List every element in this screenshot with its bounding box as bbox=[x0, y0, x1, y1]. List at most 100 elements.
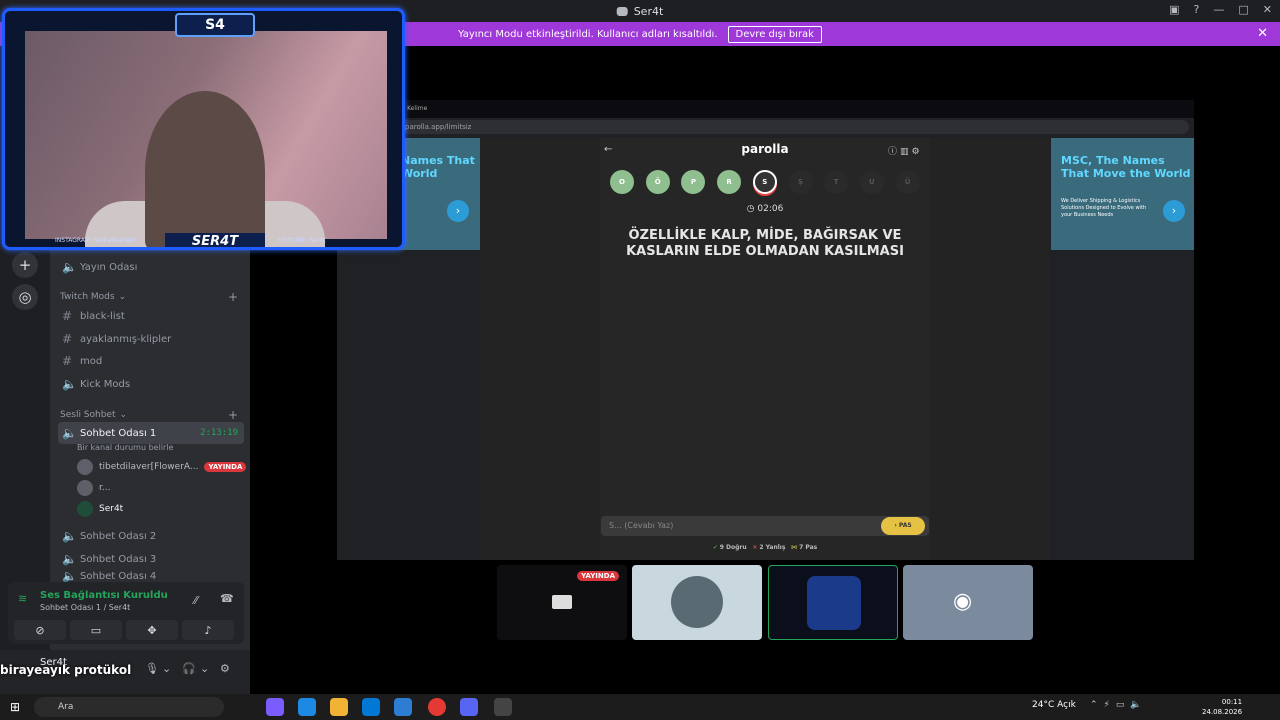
parolla-game: ← parolla ⓘ▥⚙ OÖPRSŞTUÜ ◷ 02:06 ÖZELLİKL… bbox=[480, 138, 1050, 560]
live-badge: YAYINDA bbox=[577, 571, 619, 581]
edge-icon[interactable] bbox=[298, 698, 316, 716]
ad-text: We Deliver Shipping & Logistics Solution… bbox=[1061, 198, 1147, 218]
skip-icon: ⋈ bbox=[791, 544, 798, 551]
channel-ayaklanmis-klipler[interactable]: # ayaklanmış-klipler bbox=[58, 328, 244, 350]
screen-share-button[interactable]: ▭ bbox=[70, 620, 122, 640]
participant-tile-discord[interactable]: ◉ bbox=[903, 565, 1033, 640]
game-menu-icons[interactable]: ⓘ▥⚙ bbox=[888, 144, 923, 157]
voice-status[interactable]: Ses Bağlantısı Kuruldu bbox=[40, 590, 168, 601]
channel-label: Sohbet Odası 1 bbox=[80, 427, 157, 439]
check-icon: ✓ bbox=[712, 544, 718, 551]
channel-label: Sohbet Odası 2 bbox=[80, 530, 157, 542]
channel-sohbet-odasi-4[interactable]: 🔈 Sohbet Odası 4 bbox=[58, 570, 244, 582]
minimize-button[interactable]: — bbox=[1213, 3, 1224, 16]
channel-sohbet-odasi-2[interactable]: 🔈 Sohbet Odası 2 bbox=[58, 525, 244, 547]
chevron-down-icon[interactable]: ⌄ bbox=[200, 662, 209, 675]
copilot-icon[interactable] bbox=[266, 698, 284, 716]
participant-tile-stream[interactable]: YAYINDA bbox=[497, 565, 627, 640]
store-icon[interactable] bbox=[394, 698, 412, 716]
channel-sohbet-odasi-3[interactable]: 🔈 Sohbet Odası 3 bbox=[58, 548, 244, 570]
help-icon[interactable]: ? bbox=[1194, 3, 1200, 16]
discord-icon: ◉ bbox=[953, 589, 973, 614]
channel-mod[interactable]: # mod bbox=[58, 350, 244, 372]
cross-icon: ✕ bbox=[752, 544, 758, 551]
add-server-icon[interactable]: + bbox=[12, 252, 38, 278]
stream-logo-text: SER4T bbox=[165, 233, 265, 247]
channel-black-list[interactable]: # black-list bbox=[58, 305, 244, 327]
wrong-count: 2 Yanlış bbox=[759, 544, 786, 551]
camera-button[interactable]: ⊘ bbox=[14, 620, 66, 640]
participant-tile-user[interactable] bbox=[632, 565, 762, 640]
voice-channel-path: Sohbet Odası 1 / Ser4t bbox=[40, 603, 131, 612]
voice-user[interactable]: tibetdilaver[FlowerA... YAYINDA bbox=[77, 459, 247, 475]
discord-icon[interactable] bbox=[460, 698, 478, 716]
clock-time: 00:11 bbox=[1221, 698, 1243, 706]
soundboard-button[interactable]: ♪ bbox=[182, 620, 234, 640]
category-twitch-mods[interactable]: Twitch Mods ⌄ + bbox=[60, 290, 240, 304]
channel-label: Kick Mods bbox=[80, 378, 131, 390]
weather-temp: 24°C bbox=[1032, 700, 1055, 710]
activities-button[interactable]: ✥ bbox=[126, 620, 178, 640]
voice-connection-panel: ≋ Ses Bağlantısı Kuruldu Sohbet Odası 1 … bbox=[8, 582, 244, 644]
user-panel: Ser4t birayeayık protükol 🎙 ⌄ 🎧 ⌄ ⚙ bbox=[0, 650, 250, 694]
stream-logo: S4 bbox=[175, 13, 255, 37]
channel-label: Sohbet Odası 3 bbox=[80, 553, 157, 565]
category-sesli-sohbet[interactable]: Sesli Sohbet ⌄ + bbox=[60, 408, 240, 422]
instagram-handle: INSTAGRAM: SerhatKartal0 bbox=[55, 237, 136, 244]
letter-bubble: Ü bbox=[895, 170, 920, 194]
ad-right[interactable]: MSC, The Names That Move the World We De… bbox=[1051, 138, 1194, 250]
microphone-icon[interactable]: 🎙 bbox=[145, 662, 159, 675]
category-label: Sesli Sohbet bbox=[60, 410, 116, 420]
windows-start-icon[interactable]: ⊞ bbox=[10, 700, 20, 714]
chevron-down-icon: ⌄ bbox=[119, 410, 128, 420]
voice-user[interactable]: Ser4t bbox=[77, 501, 123, 517]
game-panel bbox=[600, 138, 930, 560]
channel-label: Sohbet Odası 4 bbox=[80, 570, 157, 582]
weather-widget[interactable]: 24°C Açık bbox=[1032, 700, 1076, 710]
ad-title: Names That World bbox=[401, 154, 475, 180]
answer-input[interactable]: S... (Cevabı Yaz) bbox=[601, 516, 929, 536]
chevron-down-icon[interactable]: ⌄ bbox=[162, 662, 171, 675]
question-text: ÖZELLİKLE KALP, MİDE, BAĞIRSAK VE KASLAR… bbox=[540, 228, 990, 260]
chrome-icon[interactable] bbox=[428, 698, 446, 716]
browser-url-bar[interactable]: parolla.app/limitsiz bbox=[399, 120, 1189, 134]
pas-button[interactable]: › PAS bbox=[881, 517, 925, 535]
system-tray[interactable]: ⌃⚡▭🔈 bbox=[1090, 700, 1148, 710]
taskbar-search[interactable]: Ara bbox=[34, 697, 224, 717]
game-brand: parolla bbox=[741, 142, 789, 156]
channel-sohbet-odasi-1[interactable]: 🔈 Sohbet Odası 1 2:13:19 bbox=[58, 422, 244, 444]
channel-status[interactable]: Bir kanal durumu belirle bbox=[77, 443, 173, 452]
mail-icon[interactable] bbox=[362, 698, 380, 716]
taskbar-clock[interactable]: 00:11 24.08.2026 bbox=[1202, 697, 1242, 717]
maximize-button[interactable]: □ bbox=[1238, 3, 1248, 16]
add-channel-icon[interactable]: + bbox=[228, 408, 238, 422]
browser-tab-title[interactable]: - Kelime bbox=[403, 105, 427, 112]
explorer-icon[interactable] bbox=[330, 698, 348, 716]
weather-desc: Açık bbox=[1057, 700, 1076, 710]
streamer-mode-text: Yayıncı Modu etkinleştirildi. Kullanıcı … bbox=[458, 28, 718, 40]
discover-icon[interactable]: ◎ bbox=[12, 284, 38, 310]
voice-user-name: Ser4t bbox=[99, 504, 124, 514]
inbox-icon[interactable]: ▣ bbox=[1169, 3, 1179, 16]
channel-label: mod bbox=[80, 355, 103, 367]
headphones-icon[interactable]: 🎧 bbox=[182, 662, 196, 675]
channel-label: black-list bbox=[80, 310, 125, 322]
correct-count: 9 Doğru bbox=[719, 544, 747, 551]
channel-kick-mods[interactable]: 🔈 Kick Mods bbox=[58, 373, 244, 395]
close-icon[interactable]: ✕ bbox=[1257, 26, 1268, 41]
participant-tile-self[interactable] bbox=[768, 565, 898, 640]
pass-count: 7 Pas bbox=[799, 544, 818, 551]
voice-user[interactable]: r... bbox=[77, 480, 110, 496]
noise-suppression-icon[interactable]: ⁄⁄ bbox=[194, 594, 198, 607]
disconnect-icon[interactable]: ☎ bbox=[220, 592, 234, 605]
add-channel-icon[interactable]: + bbox=[228, 290, 238, 304]
gear-icon[interactable]: ⚙ bbox=[220, 662, 230, 675]
disable-streamer-mode-button[interactable]: Devre dışı bırak bbox=[727, 25, 822, 43]
close-button[interactable]: ✕ bbox=[1263, 3, 1272, 16]
obs-icon[interactable] bbox=[494, 698, 512, 716]
person-head bbox=[145, 91, 265, 247]
overlay-text: birayeayık protükol bbox=[0, 663, 132, 677]
channel-yayin-odasi[interactable]: 🔈 Yayın Odası bbox=[58, 256, 244, 278]
hash-icon: # bbox=[62, 309, 73, 323]
voice-user-name: r... bbox=[99, 483, 111, 493]
